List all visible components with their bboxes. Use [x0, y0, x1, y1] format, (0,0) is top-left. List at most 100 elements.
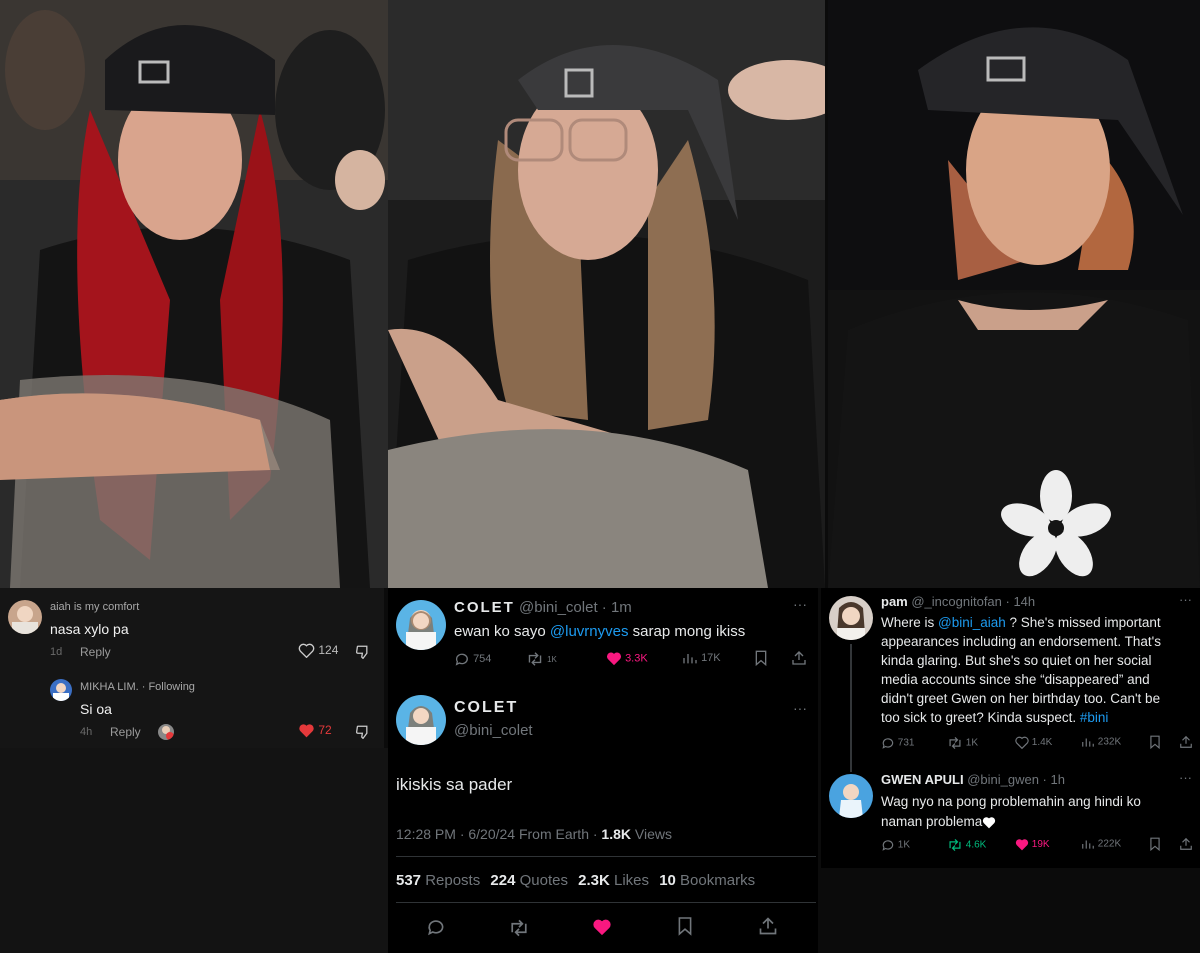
avatar[interactable] — [829, 596, 873, 640]
heart-icon — [1015, 736, 1029, 749]
text-part: Where is — [881, 615, 939, 630]
share-icon[interactable] — [758, 916, 778, 936]
tweet-text: ewan ko sayo @luvrnyves sarap mong ikiss — [454, 623, 745, 640]
text-part: naman problema — [881, 814, 983, 829]
handle[interactable]: @bini_gwen · 1h — [967, 772, 1065, 787]
tweet-text-part: sarap mong ikiss — [628, 623, 746, 640]
avatar[interactable] — [8, 600, 42, 634]
share-icon[interactable] — [791, 650, 807, 666]
tweet-time: · 1m — [601, 599, 632, 616]
avatar[interactable] — [829, 774, 873, 818]
text-part: ? She's missed important — [1005, 615, 1161, 630]
reply-like-button[interactable]: 72 — [298, 723, 332, 738]
display-name[interactable]: COLET — [454, 599, 515, 616]
photo-middle — [388, 0, 825, 588]
empty-area — [0, 748, 388, 953]
divider — [396, 902, 816, 903]
comment-like-button[interactable]: 124 — [298, 643, 339, 659]
tweet-line: naman problema — [881, 812, 1141, 832]
like-action[interactable]: 1.4K — [1015, 736, 1052, 749]
reply-count: 1K — [897, 839, 911, 851]
reply-reply-button[interactable]: Reply — [110, 725, 141, 739]
dislike-icon[interactable] — [355, 645, 371, 659]
tweet-line: media accounts since she “disappeared” a… — [881, 672, 1150, 687]
handle[interactable]: @bini_colet — [454, 722, 533, 739]
tweet-thread-colet: COLET @bini_colet · 1m ··· ewan ko sayo … — [388, 588, 818, 953]
bookmark-icon[interactable] — [754, 650, 768, 666]
reply-action[interactable]: 731 — [881, 736, 914, 750]
like-count: 1.4K — [1031, 737, 1053, 749]
divider — [396, 856, 816, 857]
tweet-timestamp: 12:28 PM · 6/20/24 From Earth · — [396, 826, 602, 842]
heart-filled-icon — [299, 724, 314, 738]
more-icon[interactable]: ··· — [1179, 592, 1192, 607]
tweet-line: Where is @bini_aiah ? She's missed impor… — [881, 613, 1161, 632]
views-action[interactable]: 232K — [1081, 736, 1121, 748]
mention-link[interactable]: @luvrnyves — [550, 623, 629, 640]
stat-number: 537 — [396, 872, 422, 889]
comment-time: 1d — [50, 646, 63, 658]
dislike-icon[interactable] — [355, 725, 371, 739]
text-part: too sick to greet? Kinda suspect. — [881, 710, 1080, 725]
bookmark-icon[interactable] — [677, 916, 693, 936]
white-heart-icon — [983, 817, 996, 829]
reply-username[interactable]: MIKHA LIM. — [80, 681, 139, 693]
comment-username[interactable]: aiah is my comfort — [50, 601, 139, 613]
heart-filled-icon[interactable] — [592, 918, 612, 936]
heart-icon — [298, 644, 315, 659]
creator-liked-avatar — [158, 724, 174, 740]
stat-bookmarks[interactable]: 10 Bookmarks — [659, 872, 755, 889]
avatar[interactable] — [396, 600, 446, 650]
avatar[interactable] — [50, 679, 72, 701]
stat-label: Bookmarks — [675, 872, 756, 889]
comment-like-count: 124 — [318, 643, 339, 657]
reply-action[interactable]: 754 — [454, 651, 491, 667]
tweet-line: too sick to greet? Kinda suspect. #bini — [881, 708, 1161, 727]
display-name[interactable]: COLET — [454, 699, 518, 717]
reply-button[interactable]: Reply — [80, 645, 111, 659]
stat-label: Likes — [609, 872, 650, 889]
bookmark-icon[interactable] — [1149, 837, 1161, 851]
reply-count: 754 — [473, 652, 492, 665]
thread-line — [850, 644, 852, 772]
views-count: 222K — [1097, 838, 1122, 850]
like-count: 3.3K — [625, 652, 648, 665]
reply-icon[interactable] — [426, 917, 446, 937]
stat-label: Reposts — [421, 872, 481, 889]
mention-link[interactable]: @bini_aiah — [938, 615, 1006, 630]
repost-icon[interactable] — [508, 918, 530, 938]
reply-time: 4h — [80, 726, 93, 738]
views-action[interactable]: 222K — [1081, 838, 1121, 850]
share-icon[interactable] — [1179, 735, 1193, 749]
tweet-thread-pam: pam @_incognitofan · 14h ··· Where is @b… — [821, 588, 1200, 868]
more-icon[interactable]: ··· — [793, 596, 807, 612]
tweet-line: didn't greet Gwen on her birthday too. C… — [881, 691, 1161, 706]
stat-reposts[interactable]: 537 Reposts — [396, 872, 480, 889]
repost-count: 1K — [547, 654, 557, 664]
stat-likes[interactable]: 2.3K Likes — [578, 872, 649, 889]
hashtag-link[interactable]: #bini — [1080, 710, 1109, 725]
like-action[interactable]: 19K — [1015, 838, 1050, 851]
display-name[interactable]: GWEN APULI — [881, 772, 964, 787]
stat-number: 224 — [490, 872, 516, 889]
bookmark-icon[interactable] — [1149, 735, 1161, 749]
handle[interactable]: @bini_colet — [519, 599, 598, 616]
reply-action[interactable]: 1K — [881, 838, 910, 852]
share-icon[interactable] — [1179, 837, 1193, 851]
tweet-line: Wag nyo na pong problemahin ang hindi ko — [881, 794, 1141, 809]
heart-filled-icon — [606, 652, 622, 666]
more-icon[interactable]: ··· — [1179, 770, 1192, 785]
reply-like-count: 72 — [318, 723, 332, 737]
views-action[interactable]: 17K — [682, 651, 721, 665]
like-action[interactable]: 3.3K — [606, 651, 648, 666]
stat-quotes[interactable]: 224 Quotes — [490, 872, 568, 889]
more-icon[interactable]: ··· — [793, 700, 807, 716]
repost-action[interactable]: 4.6K — [947, 838, 986, 852]
handle[interactable]: @_incognitofan · 14h — [911, 594, 1035, 609]
tiktok-comments: aiah is my comfort nasa xylo pa 1d Reply… — [0, 588, 384, 748]
avatar[interactable] — [396, 695, 446, 745]
display-name[interactable]: pam — [881, 594, 908, 609]
repost-action[interactable]: 1K — [526, 651, 557, 667]
tweet-text: Wag nyo na pong problemahin ang hindi ko… — [881, 792, 1141, 832]
repost-action[interactable]: 1K — [947, 736, 978, 750]
